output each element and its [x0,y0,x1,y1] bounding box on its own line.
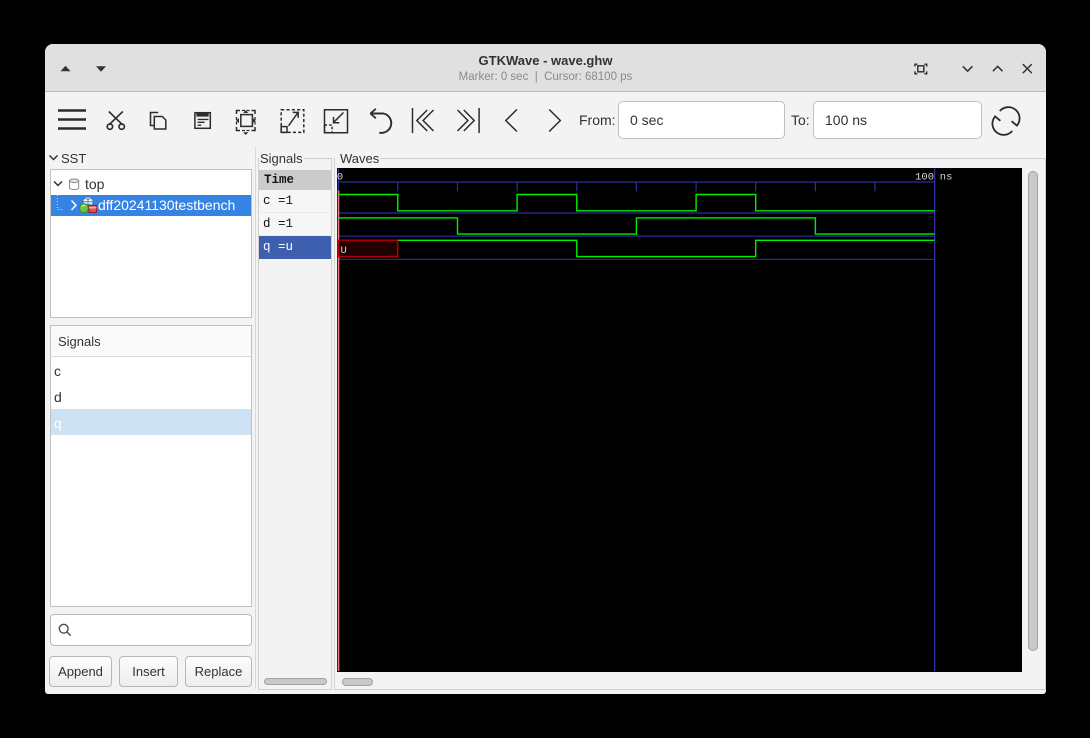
svg-text:U: U [341,245,347,257]
svg-text:ns: ns [940,172,953,184]
